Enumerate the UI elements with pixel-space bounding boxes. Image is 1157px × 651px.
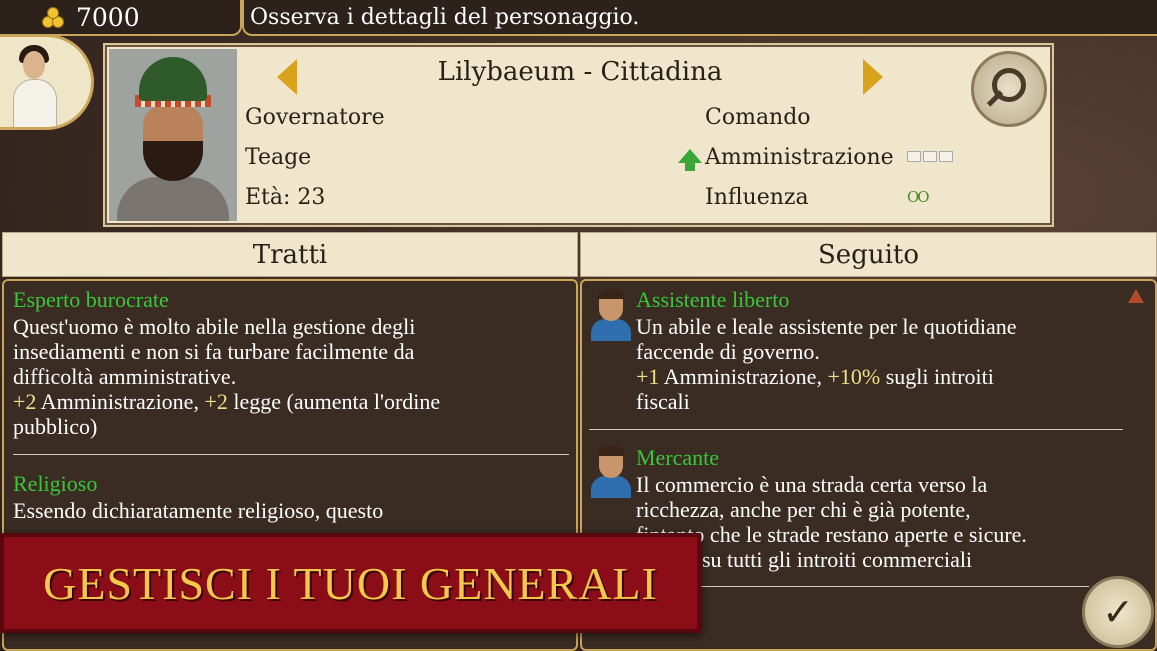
tab-retinue[interactable]: Seguito	[580, 232, 1157, 277]
trait-description: Essendo dichiaratamente religioso, quest…	[13, 498, 384, 523]
scroll-up-arrow-icon[interactable]	[1128, 289, 1144, 303]
promo-banner: GESTISCI I TUOI GENERALI	[0, 533, 701, 633]
follower-description: Un abile e leale assistente per le quoti…	[636, 314, 1017, 414]
confirm-button[interactable]: ✓	[1082, 576, 1154, 648]
trait-description: Quest'uomo è molto abile nella gestione …	[13, 314, 441, 439]
hint-text: Osserva i dettagli del personaggio.	[250, 4, 640, 30]
general-portrait	[109, 49, 237, 221]
faction-leader-portrait[interactable]	[0, 34, 94, 130]
character-role: Governatore	[245, 105, 385, 130]
top-bar: 7000 Osserva i dettagli del personaggio.	[0, 0, 1157, 36]
stat-influence-label: Influenza	[705, 185, 809, 210]
character-panel: Lilybaeum - Cittadina Governatore Teage …	[103, 43, 1054, 227]
follower-description: Il commercio è una strada certa verso la…	[636, 472, 1027, 572]
tab-traits[interactable]: Tratti	[2, 232, 578, 277]
administration-scrolls-icon	[907, 151, 953, 162]
follower-title: Assistente liberto	[636, 287, 790, 312]
trait-title: Esperto burocrate	[13, 287, 169, 312]
stat-increase-arrow-icon	[678, 149, 702, 171]
influence-laurels-icon: OO	[907, 188, 930, 206]
character-name: Teage	[245, 145, 312, 170]
stat-command-label: Comando	[705, 105, 811, 130]
hint-bar: Osserva i dettagli del personaggio.	[242, 0, 1157, 36]
follower-title: Mercante	[636, 445, 720, 470]
inspect-magnifier-button[interactable]	[971, 51, 1047, 127]
banner-text: GESTISCI I TUOI GENERALI	[43, 557, 658, 609]
checkmark-icon: ✓	[1102, 590, 1134, 634]
stat-administration-label: Amministrazione	[705, 145, 894, 170]
next-character-arrow-icon[interactable]	[863, 59, 883, 95]
gold-display: 7000	[0, 0, 242, 36]
list-divider	[13, 454, 569, 455]
character-location-title: Lilybaeum - Cittadina	[437, 57, 723, 87]
gold-amount: 7000	[76, 2, 140, 32]
character-age: Età: 23	[245, 185, 326, 210]
previous-character-arrow-icon[interactable]	[277, 59, 297, 95]
follower-avatar	[589, 446, 631, 498]
gold-coins-icon	[40, 6, 66, 28]
trait-title: Religioso	[13, 471, 98, 496]
follower-avatar	[589, 289, 631, 341]
list-divider	[589, 429, 1123, 430]
